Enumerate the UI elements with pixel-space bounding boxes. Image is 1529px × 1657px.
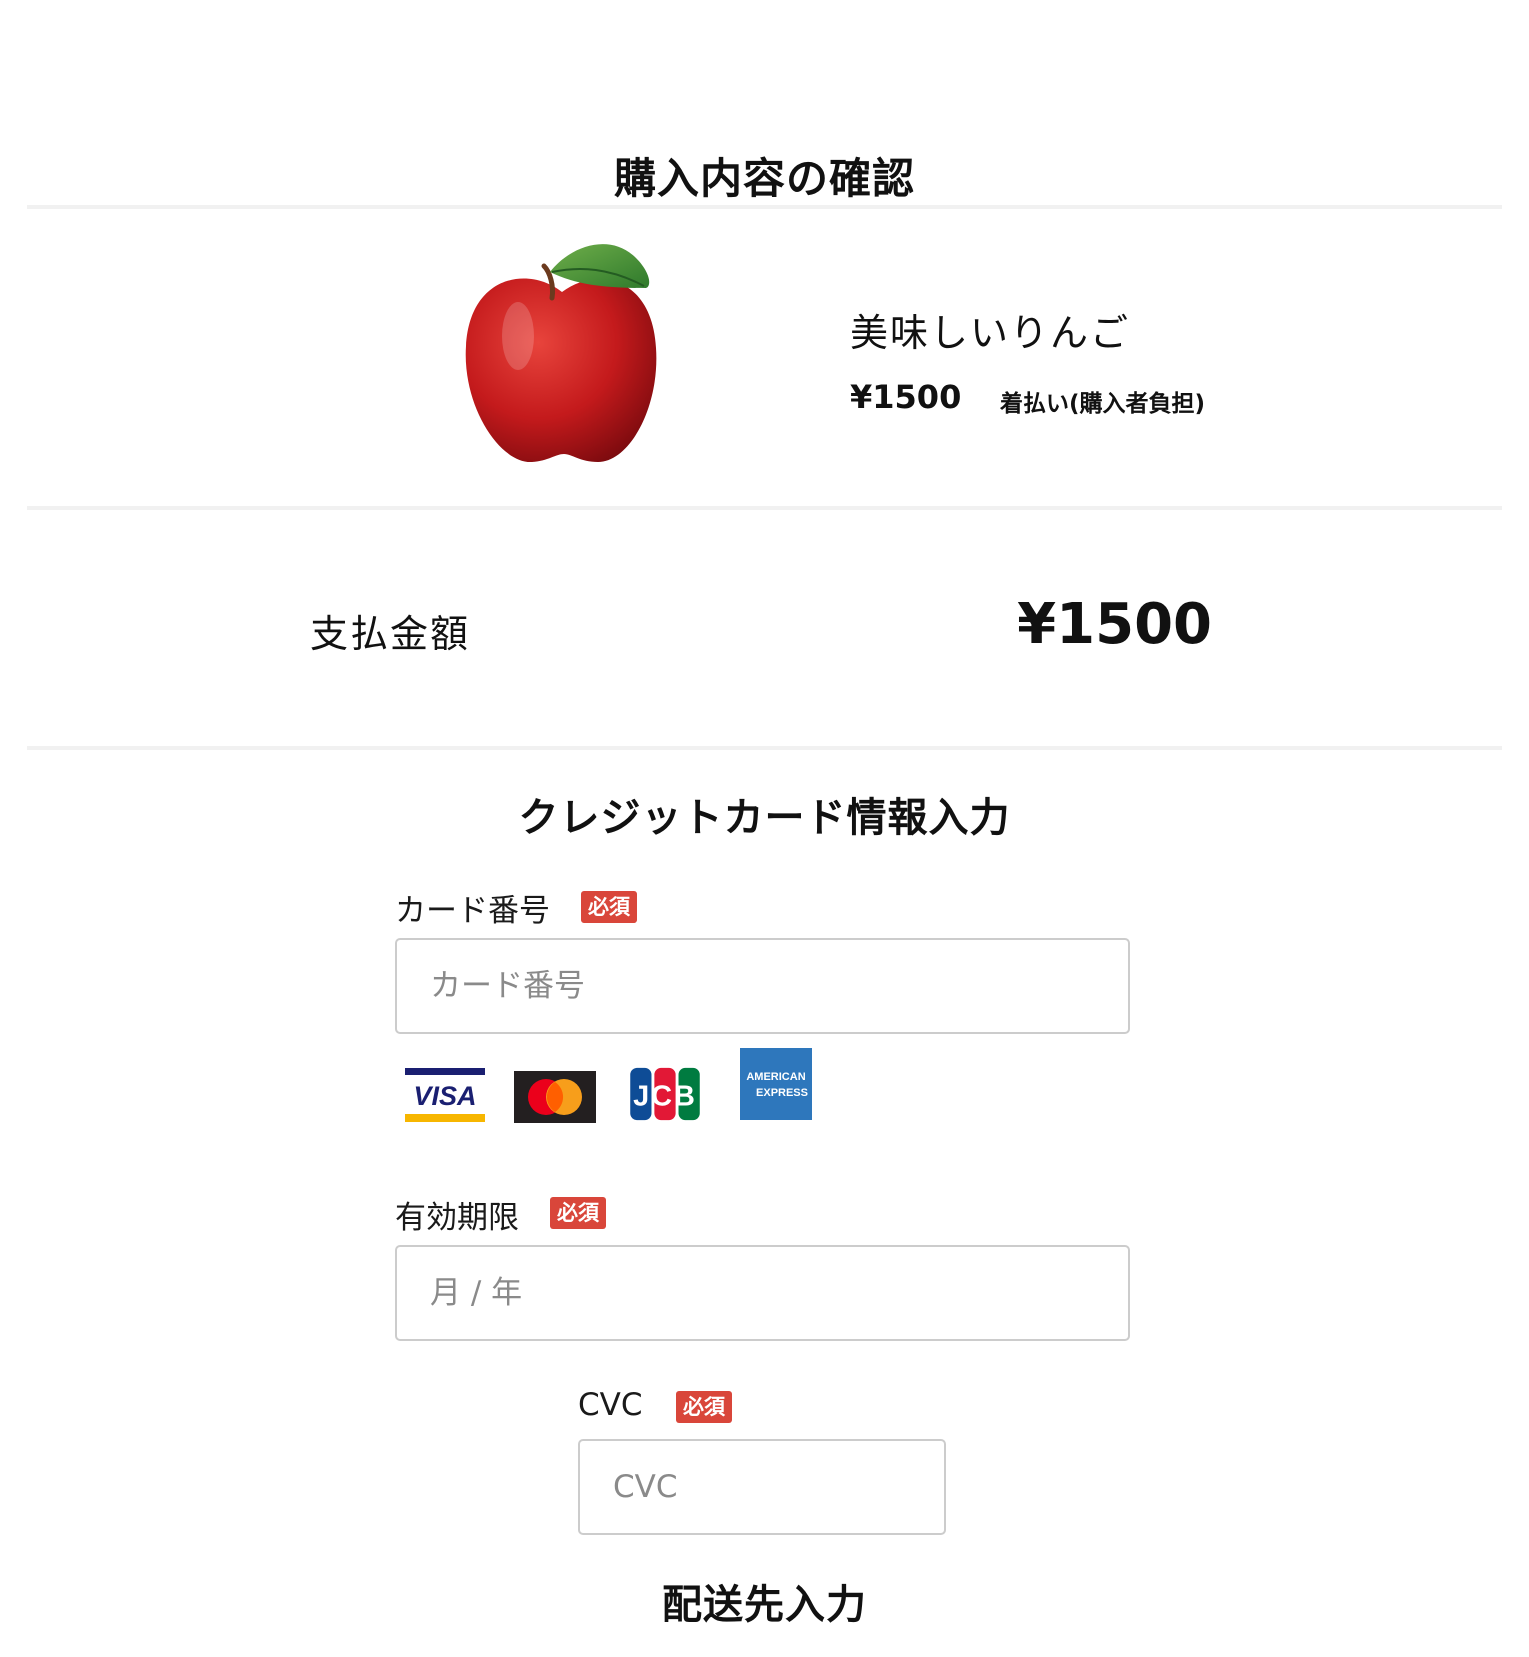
page-title: 購入内容の確認 — [613, 154, 915, 203]
cvc-input[interactable] — [578, 1439, 946, 1535]
product-price: ¥1500 — [850, 378, 962, 416]
amex-logo: AMERICAN EXPRESS — [740, 1048, 812, 1120]
credit-card-section-title: クレジットカード情報入力 — [518, 795, 1011, 841]
cvc-label: CVC — [578, 1387, 643, 1423]
divider — [27, 746, 1502, 750]
required-badge: 必須 — [550, 1197, 606, 1229]
expiry-input[interactable] — [395, 1245, 1130, 1341]
visa-logo: VISA — [405, 1068, 485, 1122]
payment-amount-value: ¥1500 — [1017, 592, 1212, 657]
expiry-label: 有効期限 — [395, 1200, 519, 1236]
jcb-logo: JCB — [630, 1067, 700, 1121]
shipping-section-title: 配送先入力 — [662, 1582, 867, 1628]
required-badge: 必須 — [581, 891, 637, 923]
divider — [27, 506, 1502, 510]
card-number-input[interactable] — [395, 938, 1130, 1034]
divider — [27, 205, 1502, 209]
amex-logo-line-2: EXPRESS — [756, 1087, 808, 1099]
product-name: 美味しいりんご — [850, 311, 1131, 355]
jcb-logo-text: JCB — [633, 1081, 697, 1113]
product-image — [465, 244, 657, 463]
amex-logo-line-1: AMERICAN — [746, 1071, 805, 1083]
visa-logo-text: VISA — [413, 1081, 476, 1111]
mastercard-logo — [514, 1071, 596, 1123]
payment-amount-label: 支払金額 — [310, 612, 471, 656]
card-number-label: カード番号 — [395, 893, 550, 929]
required-badge: 必須 — [676, 1391, 732, 1423]
shipping-fee-note: 着払い(購入者負担) — [1000, 391, 1206, 417]
